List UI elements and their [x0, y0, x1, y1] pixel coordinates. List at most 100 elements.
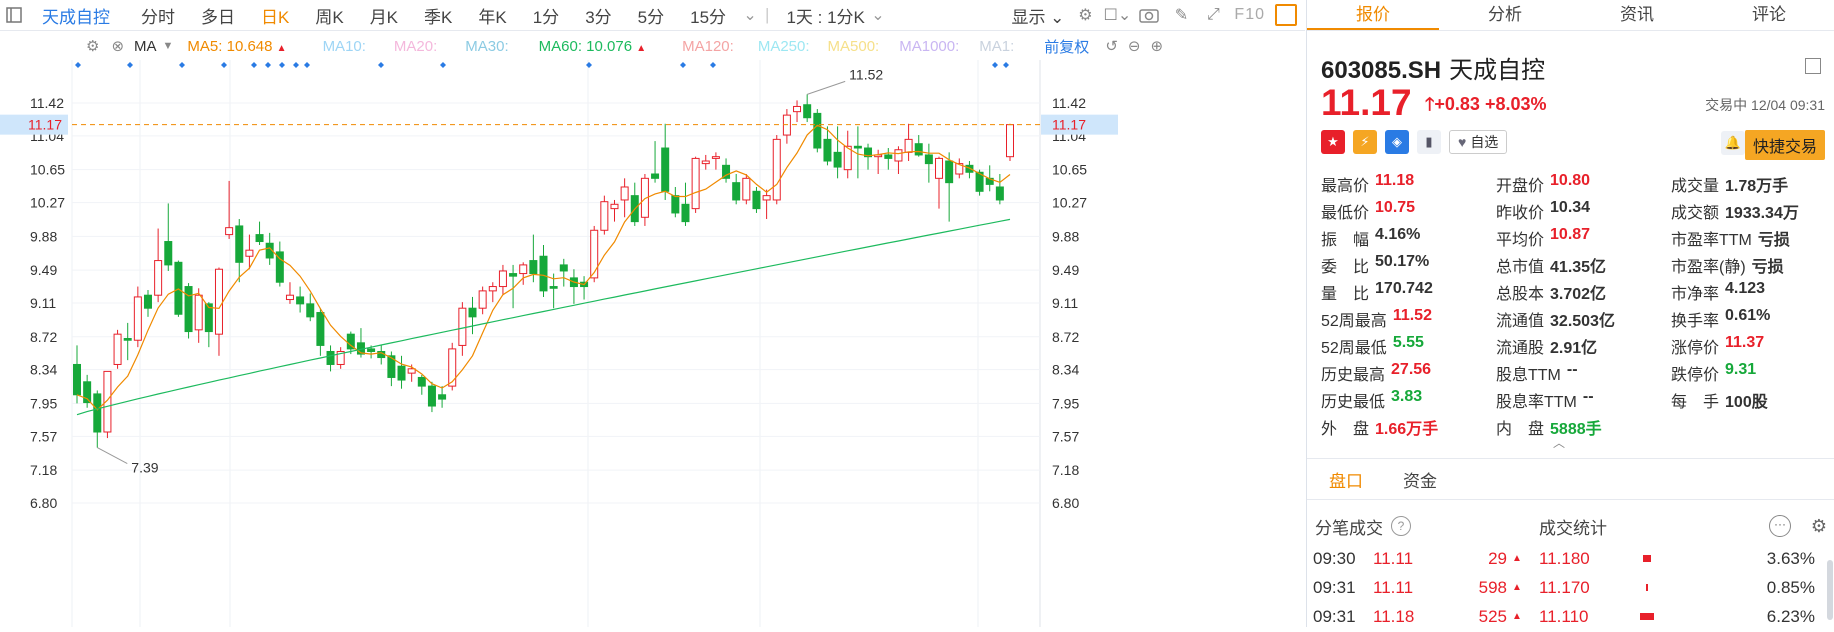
zoom-out-icon[interactable]: ⊖ [1128, 37, 1141, 55]
event-marker [221, 62, 227, 68]
fullscreen-icon[interactable]: ⤢ [1202, 4, 1224, 26]
trade-up-icon: ▲ [1512, 582, 1522, 593]
lightning-icon[interactable]: ⚡ [1353, 130, 1377, 154]
quote-key: 外 盘 [1321, 421, 1370, 438]
candle-body [73, 363, 81, 396]
collapse-caret-icon[interactable]: ︿ [1553, 434, 1565, 451]
period-tab-6[interactable]: 年K [478, 3, 506, 28]
quote-key: 量 比 [1321, 286, 1370, 303]
quote-row: 最高价 11.18 开盘价 10.80 成交量 1.78万手 [1321, 172, 1811, 199]
ma250-value: MA250: [757, 37, 810, 55]
candle-body [133, 296, 142, 341]
watchlist-button[interactable]: ♥ 自选 [1449, 130, 1508, 154]
trade-time: 09:31 [1313, 606, 1356, 626]
trade-time: 09:31 [1313, 577, 1356, 597]
stock-name-link[interactable]: 天成自控 [42, 3, 110, 28]
square-select-icon[interactable]: ☐⌄ [1104, 4, 1132, 26]
y-tick-right: 8.72 [1052, 329, 1079, 345]
candle-body [417, 376, 426, 387]
side-panel-icon[interactable] [1275, 4, 1297, 26]
tag-icon[interactable]: ◈ [1385, 130, 1409, 154]
trades-list: 09:30 11.11 29 ▲ 11.180 3.63% 09:31 11.11 598 ▲ 11… [1307, 544, 1834, 631]
stat-pct: 0.85% [1766, 577, 1815, 597]
quote-value: 11.52 [1392, 307, 1432, 324]
chevron-down-icon[interactable]: ⌄ [739, 4, 761, 26]
candle-body [681, 203, 690, 223]
quote-key: 振 幅 [1321, 232, 1370, 249]
candle-body [549, 286, 558, 289]
draw-pen-icon[interactable]: ✎ [1170, 4, 1192, 26]
panel-tab-3[interactable]: 评论 [1703, 0, 1834, 30]
candle-body [711, 156, 720, 159]
period-tab-7[interactable]: 1分 [533, 3, 559, 28]
stat-pct: 6.23% [1766, 606, 1815, 626]
panel-tab-2[interactable]: 资讯 [1571, 0, 1703, 30]
help-icon[interactable]: ? [1391, 516, 1411, 536]
stat-bar [1645, 584, 1648, 591]
panel-menu-icon[interactable] [1805, 58, 1821, 74]
panel-tab-1[interactable]: 分析 [1439, 0, 1571, 30]
bookmark-icon[interactable]: ▮ [1417, 130, 1441, 154]
quote-cell: 最高价 11.18 [1321, 172, 1496, 199]
period-tab-4[interactable]: 月K [370, 3, 398, 28]
f10-button[interactable]: F10 [1234, 6, 1265, 24]
ma-dropdown-icon[interactable]: ▼ [163, 40, 174, 52]
change-pct: +8.03% [1484, 94, 1547, 114]
period-tab-3[interactable]: 周K [315, 3, 343, 28]
event-marker [179, 62, 185, 68]
candle-body [143, 294, 152, 309]
period-tab-0[interactable]: 分时 [141, 3, 175, 28]
y-tick-right: 7.18 [1052, 462, 1079, 478]
chevron-down-icon[interactable]: ⌄ [867, 4, 889, 26]
quote-value: 11.18 [1375, 172, 1415, 189]
flag-icon[interactable]: ★ [1321, 130, 1345, 154]
sidebar-toggle-icon[interactable] [0, 0, 28, 30]
sub-tab-1[interactable]: 资金 [1403, 467, 1437, 492]
combo-select[interactable]: 1天 : 1分K [786, 3, 864, 28]
candle-body [498, 270, 507, 288]
scrollbar[interactable] [1827, 560, 1833, 620]
stat-bar [1642, 555, 1652, 562]
ma-label: MA [134, 37, 157, 55]
quote-value: 4.16% [1375, 226, 1421, 243]
kline-chart[interactable]: 11.42 11.42 11.04 11.04 10.65 10.65 10.27 10.27… [0, 60, 1305, 627]
zoom-in-icon[interactable]: ⊕ [1150, 37, 1163, 55]
candle-body [945, 160, 954, 184]
candle-body [884, 154, 893, 159]
trade-volume: 525 [1478, 606, 1507, 626]
period-tab-2[interactable]: 日K [261, 3, 289, 28]
quote-cell: 每 手 100股 [1671, 388, 1811, 415]
ma-close-icon[interactable]: ⊗ [111, 37, 124, 55]
sub-tab-0[interactable]: 盘口 [1329, 467, 1363, 492]
undo-icon[interactable]: ↺ [1105, 37, 1118, 55]
y-tick-right: 7.95 [1052, 395, 1079, 411]
period-tab-5[interactable]: 季K [424, 3, 452, 28]
ma-settings-gear-icon[interactable]: ⚙ [86, 37, 99, 55]
camera-icon[interactable] [1138, 4, 1160, 26]
period-tab-9[interactable]: 5分 [638, 3, 664, 28]
quote-row: 振 幅 4.16% 平均价 10.87 市盈率TTM 亏损 [1321, 226, 1811, 253]
adjust-select[interactable]: 前复权 [1044, 36, 1089, 57]
bell-icon[interactable]: 🔔 [1721, 131, 1745, 155]
chart-toolbar: 天成自控 分时 多日 日K 周K 月K 季K 年K 1分 3分 5分 15分 ⌄ | 1天 : 1分… [0, 0, 1305, 31]
ma10-value: MA10: [322, 37, 366, 55]
period-tab-1[interactable]: 多日 [201, 3, 235, 28]
trade-price: 11.18 [1373, 606, 1415, 626]
quick-trade-button[interactable]: 快捷交易 [1744, 130, 1825, 160]
settings-icon[interactable]: ⚙ [1811, 516, 1827, 537]
quote-value: 亏损 [1751, 259, 1784, 276]
stats-title: 成交统计 [1539, 518, 1607, 538]
kline-svg[interactable]: 11.42 11.4211.04 11.0410.65 10.6510.27 10.27… [0, 60, 1305, 627]
panel-tab-0[interactable]: 报价 [1307, 0, 1439, 30]
event-marker [992, 62, 998, 68]
ma60-text: MA60: 10.076 [538, 37, 633, 55]
candle-body [793, 105, 802, 113]
candle-body [194, 294, 203, 331]
more-icon[interactable]: ··· [1769, 515, 1791, 537]
period-tab-8[interactable]: 3分 [585, 3, 611, 28]
quote-cell: 委 比 50.17% [1321, 253, 1496, 280]
period-tab-10[interactable]: 15分 [690, 3, 726, 28]
display-menu[interactable]: 显示 ⌄ [1011, 3, 1064, 28]
quote-cell: 量 比 170.742 [1321, 280, 1496, 307]
settings-gear-icon[interactable]: ⚙ [1074, 4, 1096, 26]
